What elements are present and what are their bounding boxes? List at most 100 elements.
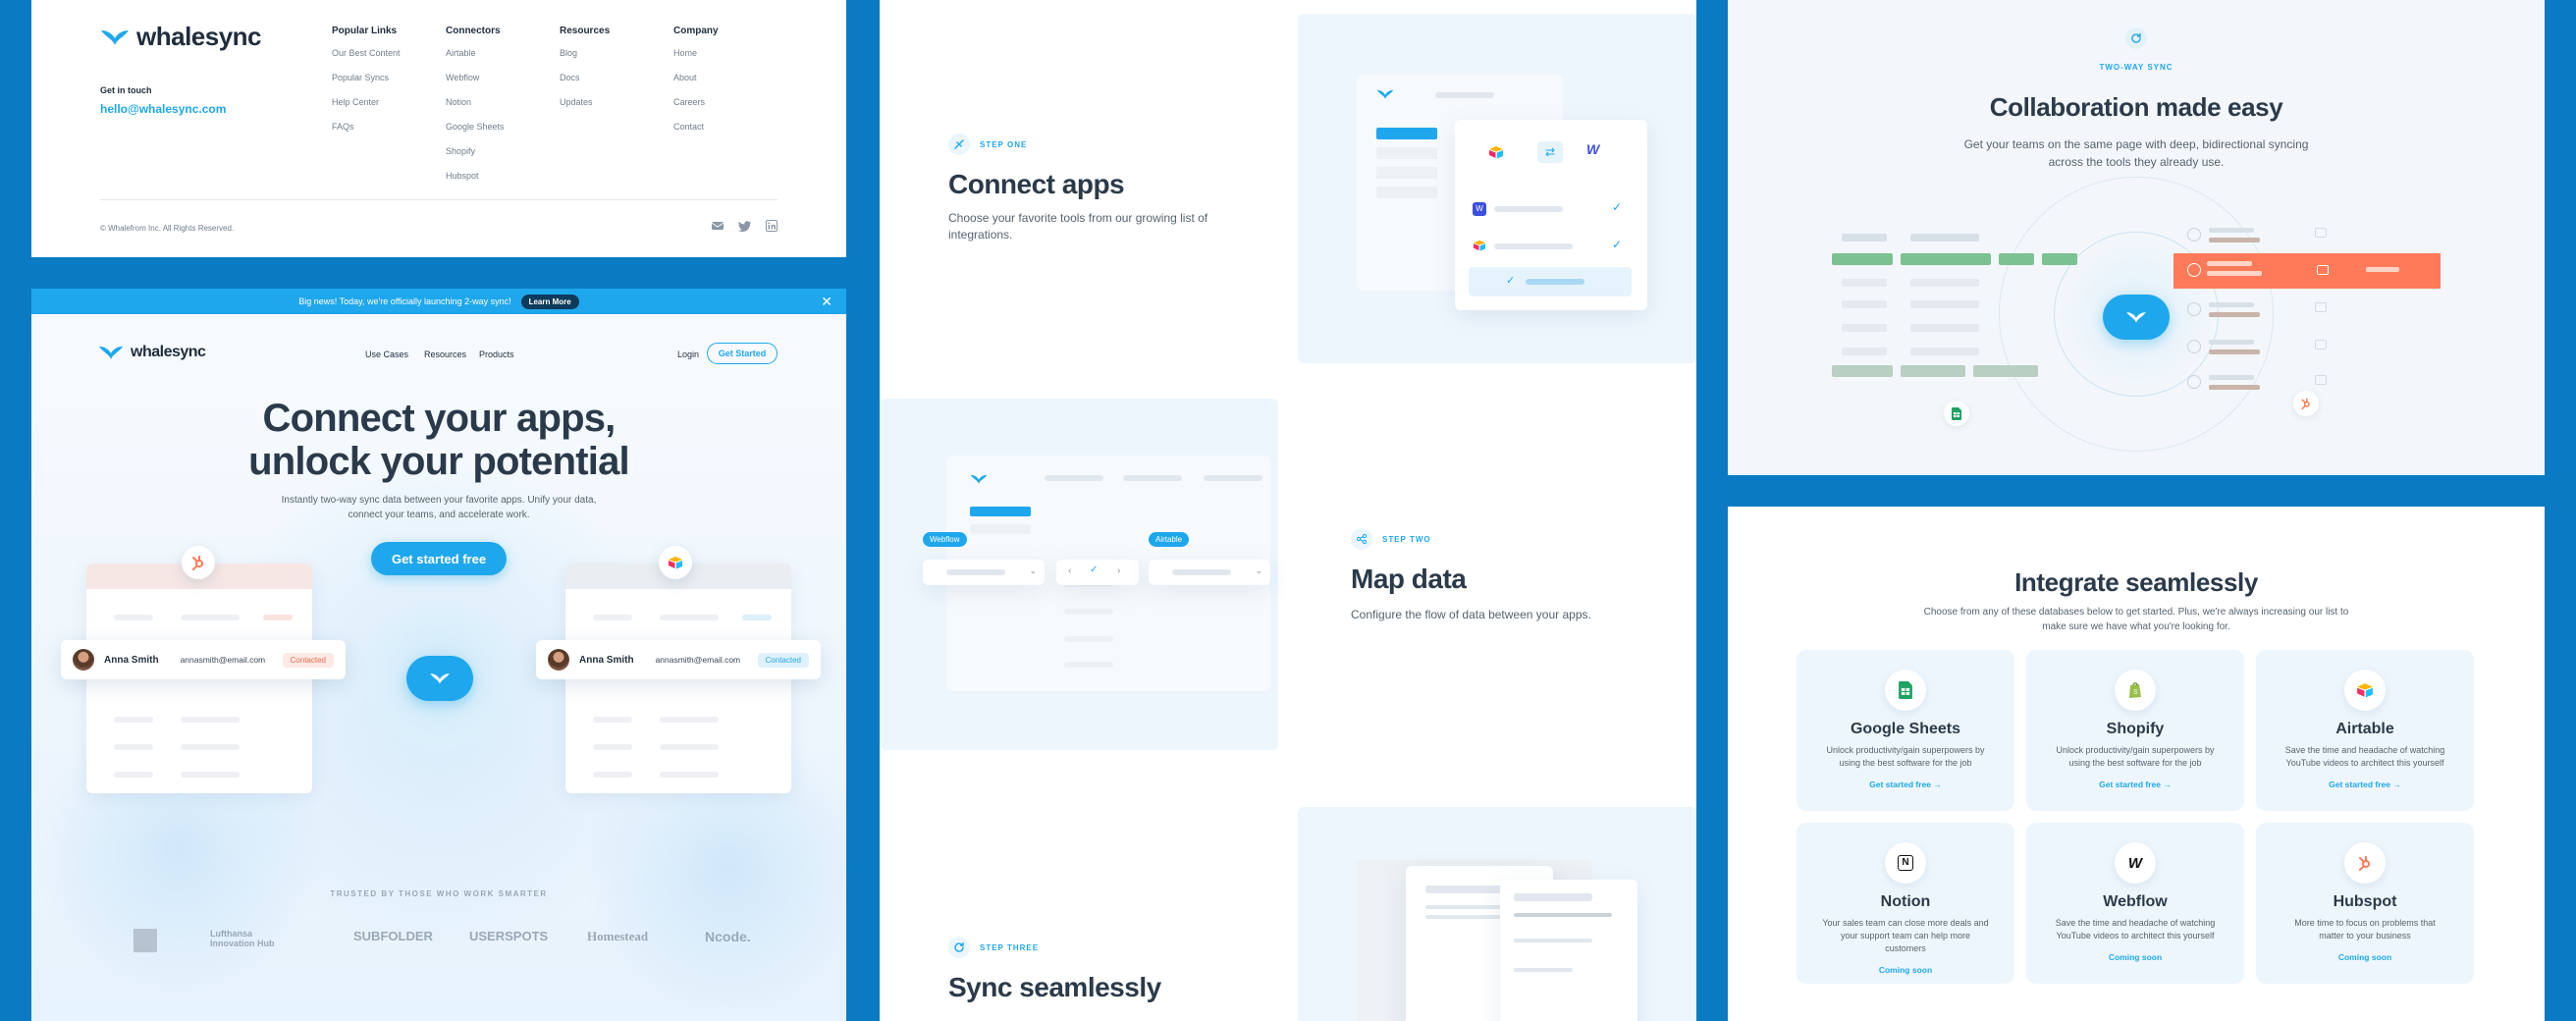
footer-link[interactable]: Blog xyxy=(560,48,610,58)
collab-subtitle-line: across the tools they already use. xyxy=(2048,155,2225,169)
linkedin-icon[interactable] xyxy=(766,220,778,232)
step-three-tag: STEP THREE xyxy=(948,937,1039,958)
swap-icon[interactable]: ⇄ xyxy=(1537,141,1563,163)
sync-direction-control[interactable]: ‹ ✓ › xyxy=(1056,560,1139,585)
customer-logo: Ncode. xyxy=(705,929,751,944)
customer-logo xyxy=(134,929,157,952)
sheet-cell xyxy=(1832,365,1893,377)
nav-products[interactable]: Products xyxy=(479,349,514,359)
footer-link[interactable]: Notion xyxy=(446,97,505,107)
footer-link[interactable]: Careers xyxy=(673,97,719,107)
get-started-free-link[interactable]: Get started free → xyxy=(2026,779,2244,789)
sheet-cell xyxy=(1910,348,1979,355)
hero-title-line: Connect your apps, xyxy=(262,397,617,440)
footer-link[interactable]: Shopify xyxy=(446,146,505,156)
footer-link[interactable]: Hubspot xyxy=(446,171,505,181)
hubspot-icon xyxy=(182,546,215,579)
status-badge: Contacted xyxy=(282,652,334,668)
integration-card-shopify[interactable]: S Shopify Unlock productivity/gain super… xyxy=(2026,650,2244,811)
nav-resources[interactable]: Resources xyxy=(424,349,466,359)
integration-card-hubspot[interactable]: Hubspot More time to focus on problems t… xyxy=(2256,823,2474,984)
footer-link[interactable]: Airtable xyxy=(446,48,505,58)
contact-name: Anna Smith xyxy=(104,654,159,666)
coming-soon-label: Coming soon xyxy=(2337,952,2392,962)
shopify-icon: S xyxy=(2115,670,2156,711)
sheet-cell xyxy=(1842,300,1887,308)
close-icon[interactable]: ✕ xyxy=(821,294,832,310)
integration-card-webflow[interactable]: W Webflow Save the time and headache of … xyxy=(2026,823,2244,984)
footer-link[interactable]: Webflow xyxy=(446,73,505,82)
sheet-cell xyxy=(1973,365,2038,377)
integration-card-notion[interactable]: N Notion Your sales team can close more … xyxy=(1797,823,2014,984)
get-started-free-link[interactable]: Get started free → xyxy=(2256,779,2474,789)
get-started-button[interactable]: Get Started xyxy=(707,343,778,364)
checkbox xyxy=(2315,228,2327,238)
sheet-cell xyxy=(1910,279,1979,287)
footer-logo[interactable]: whalesync xyxy=(100,22,262,52)
twitter-icon[interactable] xyxy=(738,220,752,232)
check-icon: ✓ xyxy=(1612,200,1623,214)
source-field-select[interactable]: ⌄ xyxy=(923,560,1045,585)
footer-link[interactable]: Our Best Content xyxy=(332,48,401,58)
contact-cell xyxy=(2209,238,2260,242)
get-started-free-button[interactable]: Get started free xyxy=(371,542,507,575)
copyright: © Whalefrom Inc. All Rights Reserved. xyxy=(100,224,235,233)
airtable-icon xyxy=(2344,670,2386,711)
footer-link[interactable]: Docs xyxy=(560,73,610,82)
login-link[interactable]: Login xyxy=(677,349,699,359)
whale-tail-icon xyxy=(101,29,129,45)
integration-card-airtable[interactable]: Airtable Save the time and headache of w… xyxy=(2256,650,2474,811)
sheet-row-highlight xyxy=(1999,253,2034,265)
steps-panel: ⇄ W W ✓ ✓ ✓ STEP ONE Connect apps Choose… xyxy=(880,0,1696,1021)
integrations-subtitle-line: make sure we have what you're looking fo… xyxy=(2042,621,2230,632)
learn-more-button[interactable]: Learn More xyxy=(520,294,579,309)
hero-panel: Big news! Today, we're officially launch… xyxy=(31,289,846,1021)
confirm-connection-button[interactable]: ✓ xyxy=(1469,267,1632,296)
contact-avatar xyxy=(2187,228,2201,242)
footer-divider xyxy=(100,199,778,200)
integration-name: Notion xyxy=(1880,893,1931,910)
collaboration-panel: TWO-WAY SYNC Collaboration made easy Get… xyxy=(1728,0,2545,475)
webflow-badge: Webflow xyxy=(923,532,967,547)
destination-field-select[interactable]: ⌄ xyxy=(1149,560,1270,585)
nav-use-cases[interactable]: Use Cases xyxy=(365,349,408,359)
header-logo[interactable]: whalesync xyxy=(98,344,206,361)
footer-link[interactable]: Updates xyxy=(560,97,610,107)
footer-link[interactable]: About xyxy=(673,73,719,82)
hubspot-icon xyxy=(2344,842,2386,884)
hero-subtitle: Instantly two-way sync data between your… xyxy=(281,495,597,520)
webflow-icon: W xyxy=(1586,141,1600,157)
contact-email: annasmith@email.com xyxy=(655,655,741,665)
brand-wordmark: whalesync xyxy=(136,22,262,51)
collab-subtitle: Get your teams on the same page with dee… xyxy=(1728,135,2545,171)
step-one-title: Connect apps xyxy=(948,169,1125,199)
sheet-row-highlight xyxy=(2042,253,2077,265)
sync-icon xyxy=(2125,27,2147,49)
integration-card-google-sheets[interactable]: Google Sheets Unlock productivity/gain s… xyxy=(1797,650,2014,811)
integration-description: Unlock productivity/gain superpowers by … xyxy=(1826,745,1985,768)
connect-apps-illustration: ⇄ W W ✓ ✓ ✓ xyxy=(1298,14,1696,363)
footer-link[interactable]: Popular Syncs xyxy=(332,73,401,82)
mail-icon[interactable] xyxy=(711,220,724,232)
avatar xyxy=(548,649,569,671)
step-two-title: Map data xyxy=(1351,564,1467,594)
footer-link[interactable]: Contact xyxy=(673,122,719,132)
contact-email-link[interactable]: hello@whalesync.com xyxy=(100,102,226,116)
footer-link[interactable]: Home xyxy=(673,48,719,58)
contact-cell xyxy=(2209,349,2260,354)
get-started-free-link[interactable]: Get started free → xyxy=(1797,779,2014,789)
sheet-cell xyxy=(1842,234,1887,242)
sheet-row-highlight xyxy=(1832,253,1893,265)
footer-column-popular-links: Popular Links Our Best Content Popular S… xyxy=(332,26,401,146)
notion-icon: N xyxy=(1885,842,1926,884)
footer-link[interactable]: Help Center xyxy=(332,97,401,107)
footer-link[interactable]: FAQs xyxy=(332,122,401,132)
footer-column-company: Company Home About Careers Contact xyxy=(673,26,719,146)
sheet-cell xyxy=(1910,324,1979,332)
footer-link[interactable]: Google Sheets xyxy=(446,122,505,132)
banner-text: Big news! Today, we're officially launch… xyxy=(298,296,511,306)
contact-cell xyxy=(2209,385,2260,390)
whale-sync-hub xyxy=(406,656,473,701)
sheet-cell xyxy=(1910,234,1979,242)
sync-illustration xyxy=(1298,807,1696,1021)
